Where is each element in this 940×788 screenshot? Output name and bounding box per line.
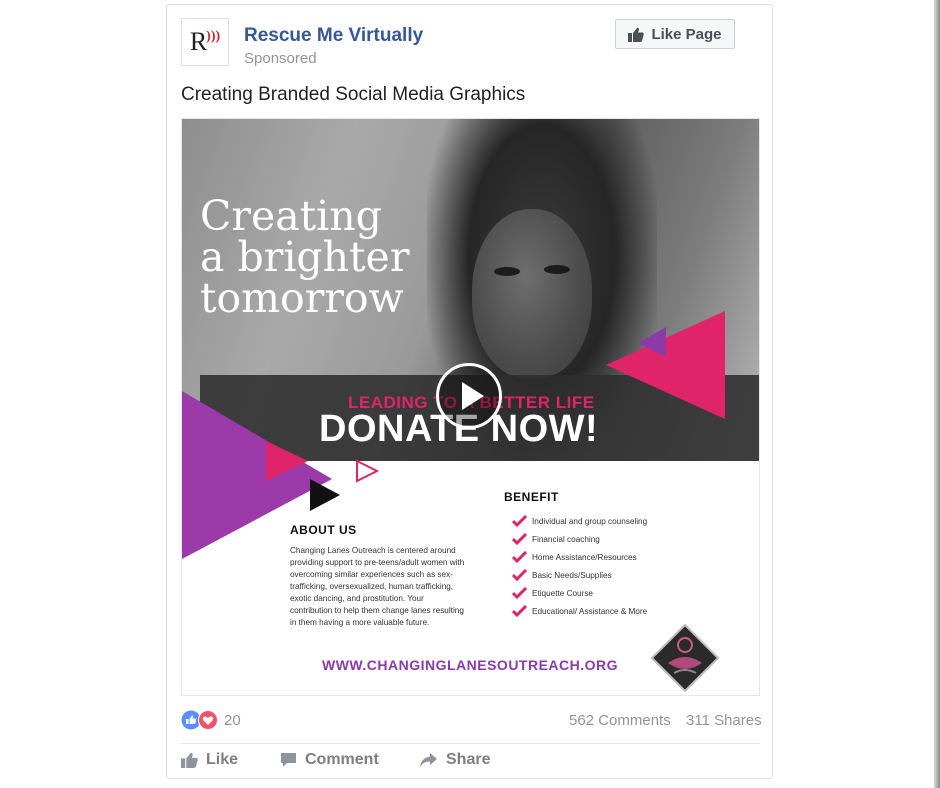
benefit-label: Financial coaching	[532, 534, 600, 544]
benefit-label: Etiquette Course	[532, 588, 593, 598]
checkmark-icon	[512, 533, 527, 545]
window-edge	[934, 0, 940, 788]
like-label: Like	[206, 751, 239, 768]
pink-outline-triangle	[356, 459, 380, 483]
black-triangle	[310, 479, 340, 511]
benefit-item: Home Assistance/Resources	[512, 548, 647, 566]
like-button[interactable]: Like	[181, 751, 238, 769]
benefit-label: Home Assistance/Resources	[532, 552, 637, 562]
pink-triangle-right	[606, 311, 725, 419]
thumbs-up-icon	[181, 752, 198, 768]
comment-label: Comment	[305, 751, 379, 768]
benefit-label: Individual and group counseling	[532, 516, 648, 526]
reactions-summary[interactable]: 20	[181, 710, 241, 730]
avatar-letter: R	[189, 27, 208, 56]
comment-button[interactable]: Comment	[280, 751, 379, 769]
like-page-button[interactable]: Like Page	[615, 19, 735, 49]
comments-count-link[interactable]: 562 Comments	[569, 712, 671, 729]
checkmark-icon	[512, 515, 527, 527]
page-avatar[interactable]: R)))	[181, 18, 229, 66]
changing-lanes-logo	[650, 623, 720, 693]
sponsored-label[interactable]: Sponsored	[244, 50, 317, 67]
share-button[interactable]: Share	[419, 751, 490, 769]
love-reaction-icon	[198, 710, 218, 730]
benefit-list: Individual and group counseling Financia…	[512, 512, 647, 620]
benefit-item: Basic Needs/Supplies	[512, 566, 647, 584]
benefit-title: BENEFIT	[504, 490, 559, 504]
benefit-label: Basic Needs/Supplies	[532, 570, 612, 580]
reaction-count: 20	[224, 711, 241, 729]
share-label: Share	[446, 751, 491, 768]
post-graphic[interactable]: Creating a brighter tomorrow LEADING TO …	[181, 118, 760, 696]
post-text: Creating Branded Social Media Graphics	[181, 84, 526, 105]
like-page-label: Like Page	[651, 25, 722, 43]
comment-icon	[281, 753, 296, 767]
play-icon	[462, 382, 484, 410]
benefit-item: Individual and group counseling	[512, 512, 647, 530]
about-title: ABOUT US	[290, 523, 357, 537]
thumbs-up-icon	[628, 27, 645, 42]
checkmark-icon	[512, 551, 527, 563]
sponsored-post: R))) Rescue Me Virtually Sponsored Like …	[166, 4, 773, 779]
signal-waves-icon: )))	[206, 29, 221, 44]
checkmark-icon	[512, 587, 527, 599]
benefit-item: Educational/ Assistance & More	[512, 602, 647, 620]
checkmark-icon	[512, 605, 527, 617]
share-icon	[420, 753, 437, 767]
website-url: WWW.CHANGINGLANESOUTREACH.ORG	[322, 657, 619, 673]
checkmark-icon	[512, 569, 527, 581]
about-text: Changing Lanes Outreach is centered arou…	[290, 546, 465, 627]
shares-count-link[interactable]: 311 Shares	[686, 712, 762, 729]
benefit-label: Educational/ Assistance & More	[532, 606, 648, 616]
benefit-item: Etiquette Course	[512, 584, 647, 602]
benefit-item: Financial coaching	[512, 530, 647, 548]
action-divider	[181, 743, 760, 744]
page-name-link[interactable]: Rescue Me Virtually	[244, 25, 423, 47]
play-button[interactable]	[436, 363, 502, 429]
